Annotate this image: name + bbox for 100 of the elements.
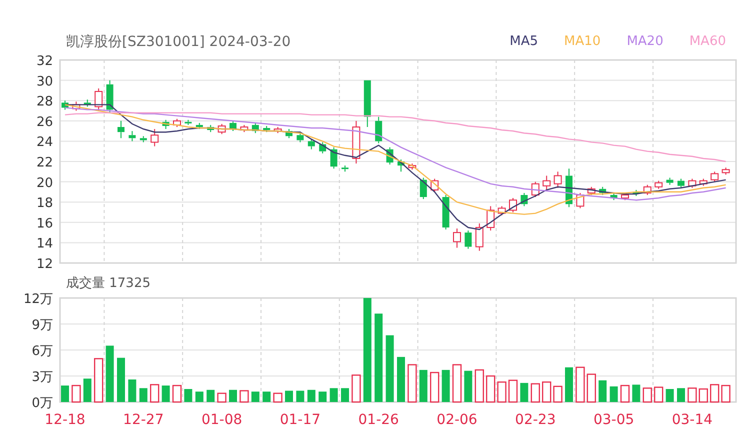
volume-bar [677,388,685,402]
volume-bar [195,392,204,402]
axis-tick-label: 32 [36,54,53,69]
volume-bar [229,390,237,402]
volume-bar [610,386,618,402]
volume-bar [172,384,182,403]
candlestick [710,171,719,182]
candlestick [621,192,629,201]
candlestick [486,206,495,232]
candlestick [196,122,203,130]
axis-tick-label: 0万 [32,396,53,411]
volume-bar [330,388,338,402]
candlestick [408,163,416,170]
volume-bar [508,380,518,403]
candlestick [542,175,551,190]
axis-tick-label: 20 [36,176,53,191]
candlestick [375,116,382,144]
volume-bar [128,379,136,402]
volume-bar [408,364,417,403]
candlestick [342,165,348,172]
axis-tick-label: 28 [36,94,53,110]
volume-bar [217,392,226,403]
date-tick-label: 02-23 [515,412,556,428]
volume-bar [576,366,585,403]
candlestick [319,142,326,154]
candlestick [498,206,506,216]
candlestick [475,222,484,252]
volume-bar [688,388,697,403]
candlestick [420,177,427,200]
legend-label: MA10 [564,33,601,51]
date-tick-label: 01-08 [201,412,242,428]
legend-label: MA20 [626,33,664,51]
volume-bar [553,386,562,403]
candlestick [274,126,282,134]
candlestick [632,189,640,196]
axis-tick-label: 6万 [32,344,53,359]
date-tick-label: 12-27 [123,412,164,428]
volume-bar [94,358,104,403]
candlestick [128,130,136,142]
volume-bar [419,370,428,402]
volume-bar [61,386,69,402]
candlestick [62,100,68,110]
volume-bar [430,372,440,403]
volume-bar [262,392,271,402]
volume-bar [666,389,674,402]
candlestick [240,124,248,133]
volume-bar [307,390,316,402]
candlestick [531,181,540,198]
volume-bar [397,356,405,402]
volume-bar [486,375,496,403]
axis-tick-label: 12万 [23,292,53,307]
volume-bar [150,384,160,403]
candlestick [699,178,708,186]
candlestick [666,177,674,186]
volume-bar [442,370,450,402]
date-tick-label: 03-05 [593,412,634,428]
candlestick [430,178,439,192]
volume-bar [240,390,249,403]
candlestick [84,99,91,108]
legend-label: MA5 [510,33,538,51]
volume-bar [710,384,720,403]
volume-bar [251,392,260,402]
volume-bar [352,374,361,403]
candlestick [722,167,730,176]
axis-tick-label: 24 [36,135,53,150]
candlestick [554,171,562,188]
volume-bar [642,388,652,403]
volume-bar [520,382,528,402]
volume-bar [497,381,506,403]
volume-bar [296,390,304,402]
candlestick [643,184,652,196]
candlestick [296,132,304,143]
candlestick [453,228,461,248]
candlestick [464,230,472,250]
axis-tick-label: 3万 [32,370,53,385]
volume-bar [464,370,472,402]
volume-bar [620,384,630,403]
candlestick [72,101,80,112]
candlestick [610,192,618,201]
candlestick [442,194,450,230]
volume-bar [72,384,81,403]
candlestick [118,120,124,139]
legend-label: MA60 [689,33,726,51]
candlestick [678,178,684,188]
volume-bar [474,369,484,403]
candlestick [184,119,192,126]
volume-bar [83,378,92,402]
axis-tick-label: 14 [36,236,53,252]
volume-bar [598,380,607,402]
candlestick [252,122,259,134]
volume-bar [632,384,640,402]
candlestick [207,124,214,133]
volume-bar [139,388,148,402]
candlestick [94,88,103,112]
candlestick [140,136,147,143]
candlestick [688,178,696,188]
volume-bar [117,358,125,402]
volume-bar [721,384,730,403]
axis-tick-label: 16 [36,216,53,232]
date-tick-label: 03-14 [672,412,713,428]
